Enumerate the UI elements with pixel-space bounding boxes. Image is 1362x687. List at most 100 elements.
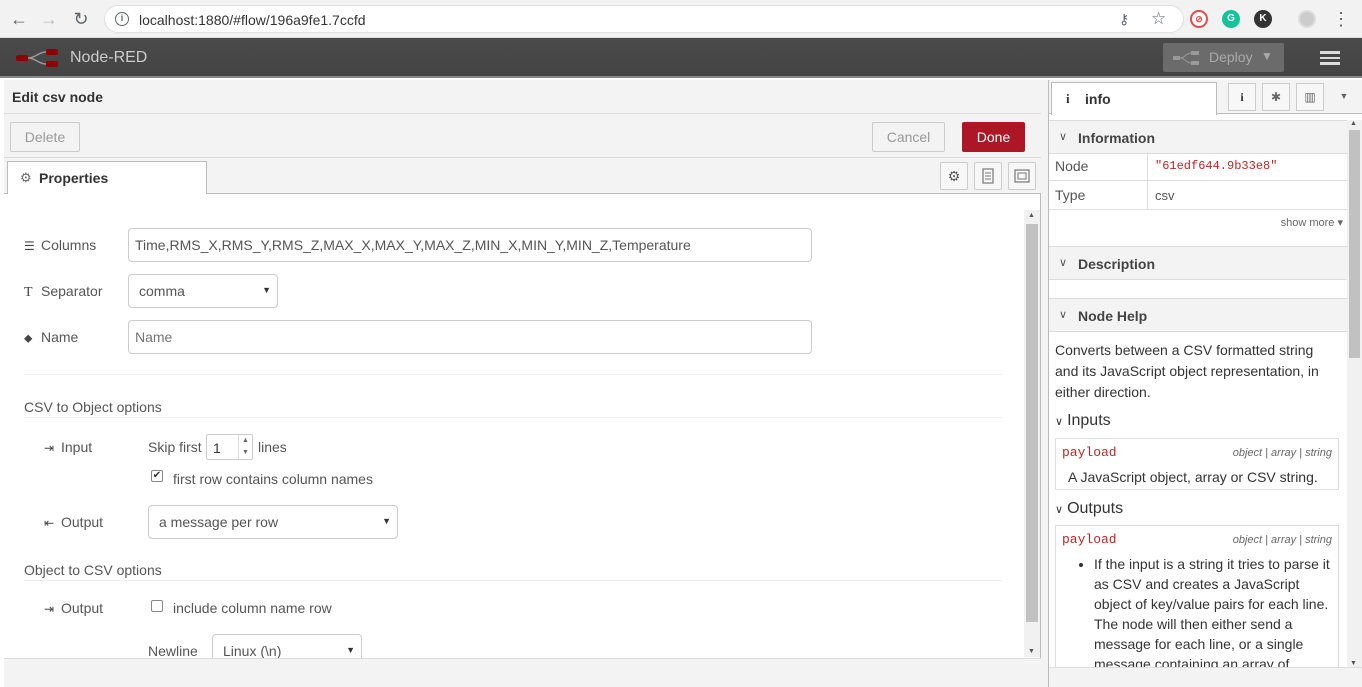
chevron-down-icon: ∨	[1059, 257, 1068, 269]
main-menu-icon[interactable]	[1320, 48, 1344, 68]
output-payload-box: payload object | array | string If the i…	[1055, 525, 1339, 667]
lines-label: lines	[258, 439, 287, 455]
scroll-down-icon[interactable]: ▼	[1028, 648, 1035, 655]
separator-label: T Separator	[24, 283, 103, 300]
tab-properties-label: Properties	[39, 170, 109, 186]
tag-icon: ⬥	[24, 331, 33, 345]
list-icon: ☰	[24, 239, 35, 253]
name-input[interactable]	[128, 320, 812, 354]
bug-icon[interactable]: ✱	[1262, 83, 1290, 111]
deploy-dropdown-icon[interactable]: ▼	[1261, 49, 1273, 63]
divider	[24, 417, 1002, 418]
spinner-arrows-icon[interactable]: ▲ ▼	[238, 435, 252, 459]
help-intro: Converts between a CSV formatted string …	[1055, 342, 1319, 400]
settings-gear-icon[interactable]: ⚙	[940, 162, 968, 190]
bar-chart-icon[interactable]: ▥	[1296, 83, 1324, 111]
divider	[24, 374, 1002, 375]
deploy-button[interactable]: Deploy ▼	[1163, 43, 1284, 72]
tray-footer	[4, 658, 1041, 687]
tray-header: Edit csv node	[4, 80, 1041, 114]
chevron-down-icon: ▼	[346, 645, 355, 655]
grammarly-icon[interactable]: G	[1222, 10, 1240, 28]
site-info-icon[interactable]: i	[115, 12, 129, 26]
tab-info[interactable]: i info	[1051, 82, 1217, 115]
show-more-link[interactable]: show more ▾	[1281, 216, 1343, 229]
reload-icon[interactable]: ↻	[70, 8, 92, 30]
key-icon[interactable]: ⚷	[1119, 11, 1129, 28]
object-to-csv-title: Object to CSV options	[24, 562, 162, 578]
sidebar-splitter[interactable]	[1041, 80, 1048, 687]
delete-button[interactable]: Delete	[10, 122, 80, 152]
csv-output-label: ⇥ Output	[44, 600, 104, 616]
app-title: Node-RED	[70, 49, 148, 66]
node-red-logo-icon	[16, 49, 58, 67]
include-header-checkbox[interactable]	[151, 600, 163, 612]
scroll-up-icon[interactable]: ▲	[1028, 212, 1035, 219]
tab-info-label: info	[1085, 91, 1111, 107]
info-sidebar: i info i ✱ ▥ ▼ ∨ Information Node "61edf…	[1048, 80, 1362, 687]
skip-lines-value: 1	[213, 440, 221, 456]
sidebar-content: ∨ Information Node "61edf644.9b33e8" Typ…	[1049, 120, 1347, 667]
scrollbar-thumb[interactable]	[1349, 130, 1360, 358]
gear-icon: ⚙	[20, 170, 32, 185]
edit-tray: Edit csv node Delete Cancel Done ⚙ Prope…	[4, 80, 1041, 687]
node-id-value: "61edf644.9b33e8"	[1155, 159, 1278, 173]
description-section-header[interactable]: ∨ Description	[1049, 246, 1347, 280]
browser-menu-icon[interactable]: ⋮	[1330, 8, 1352, 30]
tab-properties[interactable]: ⚙ Properties	[7, 161, 207, 195]
deploy-label: Deploy	[1209, 49, 1253, 65]
deploy-icon	[1173, 51, 1199, 65]
appearance-frame-icon[interactable]	[1008, 162, 1036, 190]
information-section-header[interactable]: ∨ Information	[1049, 120, 1347, 154]
scroll-up-icon[interactable]: ▲	[1350, 120, 1357, 127]
node-type-row: Type csv	[1049, 181, 1347, 210]
cancel-button[interactable]: Cancel	[872, 122, 945, 152]
sidebar-footer	[1049, 667, 1362, 687]
extension-blocker-icon[interactable]: ⊘	[1190, 10, 1208, 28]
scrollbar-thumb[interactable]	[1026, 224, 1038, 622]
first-row-checkbox[interactable]: ✔	[151, 470, 163, 482]
properties-form: ☰Columns TSeparator comma▼ ⬥Name CSV to …	[4, 194, 1024, 659]
tray-tabs: ⚙ Properties ⚙	[4, 158, 1041, 195]
first-row-label: first row contains column names	[173, 471, 373, 487]
separator-select[interactable]: comma ▼	[128, 274, 278, 308]
tray-scrollbar[interactable]: ▲ ▼	[1024, 210, 1040, 657]
divider	[24, 580, 1002, 581]
star-icon[interactable]: ☆	[1151, 9, 1166, 29]
tray-title: Edit csv node	[12, 89, 104, 105]
output-mode-select[interactable]: a message per row ▼	[148, 505, 398, 539]
back-arrow-icon[interactable]: ←	[8, 8, 30, 30]
skip-lines-spinner[interactable]: 1 ▲ ▼	[206, 434, 253, 460]
profile-avatar-icon[interactable]	[1298, 10, 1316, 28]
sidebar-scrollbar[interactable]: ▲ ▼	[1347, 120, 1362, 667]
forward-arrow-icon[interactable]: →	[38, 8, 60, 30]
chevron-down-icon: ∨	[1059, 131, 1068, 143]
url-text: localhost:1880/#flow/196a9fe1.7ccfd	[139, 12, 366, 28]
columns-input[interactable]	[128, 228, 812, 262]
chevron-down-icon: ∨	[1059, 309, 1068, 321]
sign-in-icon: ⇥	[44, 602, 55, 616]
output-label: ⇤ Output	[44, 514, 104, 530]
sidebar-tabs: i info i ✱ ▥ ▼	[1049, 80, 1362, 115]
description-doc-icon[interactable]	[974, 162, 1002, 190]
chevron-down-icon: ∨	[1055, 416, 1064, 428]
input-label: ⇥ Input	[44, 439, 93, 455]
chevron-down-icon: ∨	[1055, 504, 1064, 516]
columns-label: ☰ Columns	[24, 237, 97, 253]
node-type-value: csv	[1155, 188, 1175, 203]
node-id-row: Node "61edf644.9b33e8"	[1049, 152, 1347, 181]
chevron-down-icon: ▼	[382, 516, 391, 526]
sign-out-icon: ⇤	[44, 516, 55, 530]
address-bar[interactable]: i localhost:1880/#flow/196a9fe1.7ccfd ⚷ …	[104, 5, 1184, 33]
sidebar-dropdown-icon[interactable]: ▼	[1330, 83, 1358, 111]
newline-select[interactable]: Linux (\n) ▼	[212, 634, 362, 659]
scroll-down-icon[interactable]: ▼	[1350, 660, 1357, 667]
csv-to-object-title: CSV to Object options	[24, 399, 162, 415]
done-button[interactable]: Done	[962, 122, 1025, 152]
node-help-section-header[interactable]: ∨ Node Help	[1049, 298, 1347, 332]
extension-k-icon[interactable]: K	[1254, 10, 1272, 28]
outputs-heading: ∨ Outputs	[1055, 500, 1124, 517]
chevron-down-icon: ▼	[262, 285, 271, 295]
text-height-icon: T	[24, 285, 33, 300]
info-tab-icon[interactable]: i	[1228, 83, 1256, 111]
